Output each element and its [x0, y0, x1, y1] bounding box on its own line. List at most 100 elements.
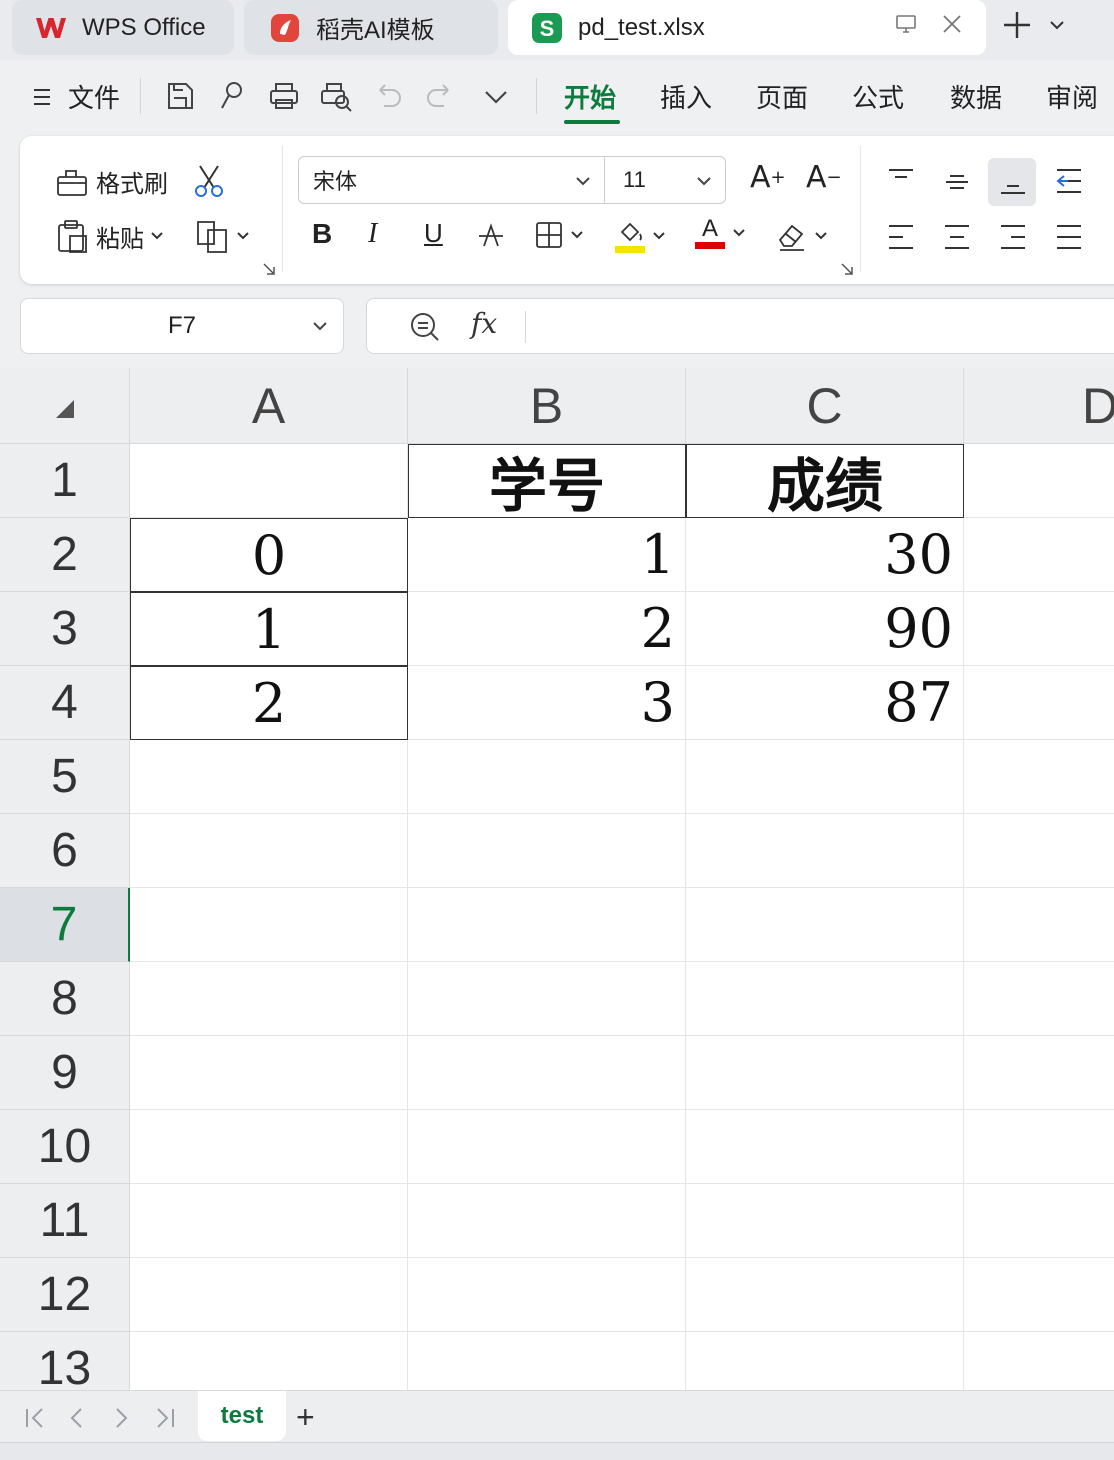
- bold-button[interactable]: B: [312, 218, 332, 250]
- next-sheet-icon[interactable]: [108, 1405, 134, 1431]
- cell-c2[interactable]: 30: [686, 518, 964, 592]
- italic-button[interactable]: I: [368, 218, 377, 250]
- cell-c9[interactable]: [686, 1036, 964, 1110]
- column-header-d[interactable]: D: [964, 368, 1114, 444]
- align-top-button[interactable]: [886, 166, 916, 196]
- cell-b9[interactable]: [408, 1036, 686, 1110]
- cell-c11[interactable]: [686, 1184, 964, 1258]
- clear-format-button[interactable]: [774, 220, 828, 252]
- sheet-tab-test[interactable]: test: [198, 1391, 286, 1441]
- cell-d13[interactable]: [964, 1332, 1114, 1390]
- borders-button[interactable]: [534, 220, 584, 250]
- chevron-down-icon[interactable]: [1048, 16, 1066, 39]
- cell-c4[interactable]: 87: [686, 666, 964, 740]
- row-header-13[interactable]: 13: [0, 1332, 130, 1390]
- cell-b7[interactable]: [408, 888, 686, 962]
- formula-bar[interactable]: fx: [366, 298, 1114, 354]
- prev-sheet-icon[interactable]: [64, 1405, 90, 1431]
- undo-icon[interactable]: [370, 78, 406, 114]
- add-sheet-button[interactable]: +: [296, 1399, 315, 1436]
- underline-button[interactable]: U: [424, 218, 443, 249]
- cell-a7[interactable]: [130, 888, 408, 962]
- align-right-button[interactable]: [998, 222, 1028, 252]
- cell-c12[interactable]: [686, 1258, 964, 1332]
- redo-icon[interactable]: [422, 78, 458, 114]
- tab-page[interactable]: 页面: [756, 78, 808, 115]
- cell-b12[interactable]: [408, 1258, 686, 1332]
- cell-b8[interactable]: [408, 962, 686, 1036]
- font-color-button[interactable]: A: [694, 216, 746, 249]
- decrease-indent-button[interactable]: [1054, 166, 1084, 196]
- paste-button[interactable]: 粘贴: [54, 218, 164, 254]
- monitor-icon[interactable]: [894, 12, 918, 42]
- cell-a6[interactable]: [130, 814, 408, 888]
- fx-icon[interactable]: fx: [471, 307, 497, 340]
- row-header-9[interactable]: 9: [0, 1036, 130, 1110]
- cell-a11[interactable]: [130, 1184, 408, 1258]
- print-icon[interactable]: [266, 78, 302, 114]
- cell-d12[interactable]: [964, 1258, 1114, 1332]
- align-center-button[interactable]: [942, 222, 972, 252]
- cell-d2[interactable]: [964, 518, 1114, 592]
- spreadsheet-grid[interactable]: A B C D 1 2 3 4 5 6 7 8 9 10 11 12 13 学号…: [0, 368, 1114, 1390]
- tab-insert[interactable]: 插入: [660, 78, 712, 115]
- align-left-button[interactable]: [886, 222, 916, 252]
- cell-a8[interactable]: [130, 962, 408, 1036]
- file-menu[interactable]: 文件: [30, 78, 120, 115]
- column-header-a[interactable]: A: [130, 368, 408, 444]
- cell-d6[interactable]: [964, 814, 1114, 888]
- cut-button[interactable]: [190, 162, 228, 200]
- cell-a13[interactable]: [130, 1332, 408, 1390]
- shrink-font-button[interactable]: A −: [806, 160, 842, 195]
- cell-b3[interactable]: 2: [408, 592, 686, 666]
- row-header-10[interactable]: 10: [0, 1110, 130, 1184]
- format-brush-icon[interactable]: [214, 78, 250, 114]
- cell-c1[interactable]: 成绩: [686, 444, 964, 520]
- row-header-4[interactable]: 4: [0, 666, 130, 740]
- format-painter-button[interactable]: 格式刷: [54, 164, 168, 199]
- tab-ai-template[interactable]: 稻壳AI模板: [244, 0, 498, 55]
- row-header-8[interactable]: 8: [0, 962, 130, 1036]
- column-header-b[interactable]: B: [408, 368, 686, 444]
- tab-data[interactable]: 数据: [950, 78, 1002, 115]
- cell-c5[interactable]: [686, 740, 964, 814]
- fill-color-button[interactable]: [614, 218, 666, 254]
- cell-c6[interactable]: [686, 814, 964, 888]
- row-header-7[interactable]: 7: [0, 888, 130, 962]
- row-header-12[interactable]: 12: [0, 1258, 130, 1332]
- column-header-c[interactable]: C: [686, 368, 964, 444]
- cell-b10[interactable]: [408, 1110, 686, 1184]
- cell-a9[interactable]: [130, 1036, 408, 1110]
- cell-d10[interactable]: [964, 1110, 1114, 1184]
- align-bottom-button[interactable]: [998, 166, 1028, 196]
- cell-c3[interactable]: 90: [686, 592, 964, 666]
- cell-a10[interactable]: [130, 1110, 408, 1184]
- cell-d5[interactable]: [964, 740, 1114, 814]
- cell-c7[interactable]: [686, 888, 964, 962]
- cell-a4[interactable]: 2: [130, 666, 408, 740]
- row-header-1[interactable]: 1: [0, 444, 130, 518]
- close-icon[interactable]: [940, 12, 964, 42]
- copy-button[interactable]: [194, 218, 250, 254]
- strikethrough-button[interactable]: [476, 220, 506, 252]
- cell-a3[interactable]: 1: [130, 592, 408, 666]
- row-header-3[interactable]: 3: [0, 592, 130, 666]
- cell-a1[interactable]: [130, 444, 408, 518]
- cell-d1[interactable]: [964, 444, 1114, 518]
- tab-formula[interactable]: 公式: [852, 78, 904, 115]
- row-header-5[interactable]: 5: [0, 740, 130, 814]
- plus-icon[interactable]: [1000, 8, 1034, 47]
- cell-c10[interactable]: [686, 1110, 964, 1184]
- row-header-6[interactable]: 6: [0, 814, 130, 888]
- print-preview-icon[interactable]: [318, 78, 354, 114]
- font-name-field[interactable]: 宋体: [299, 157, 605, 203]
- first-sheet-icon[interactable]: [22, 1405, 48, 1431]
- cell-d8[interactable]: [964, 962, 1114, 1036]
- cell-b1[interactable]: 学号: [408, 444, 686, 520]
- tab-home[interactable]: 开始: [564, 78, 616, 115]
- cell-d9[interactable]: [964, 1036, 1114, 1110]
- cell-c8[interactable]: [686, 962, 964, 1036]
- chevron-down-icon[interactable]: [478, 78, 514, 114]
- tab-wps-office[interactable]: WPS Office: [12, 0, 234, 55]
- cell-b13[interactable]: [408, 1332, 686, 1390]
